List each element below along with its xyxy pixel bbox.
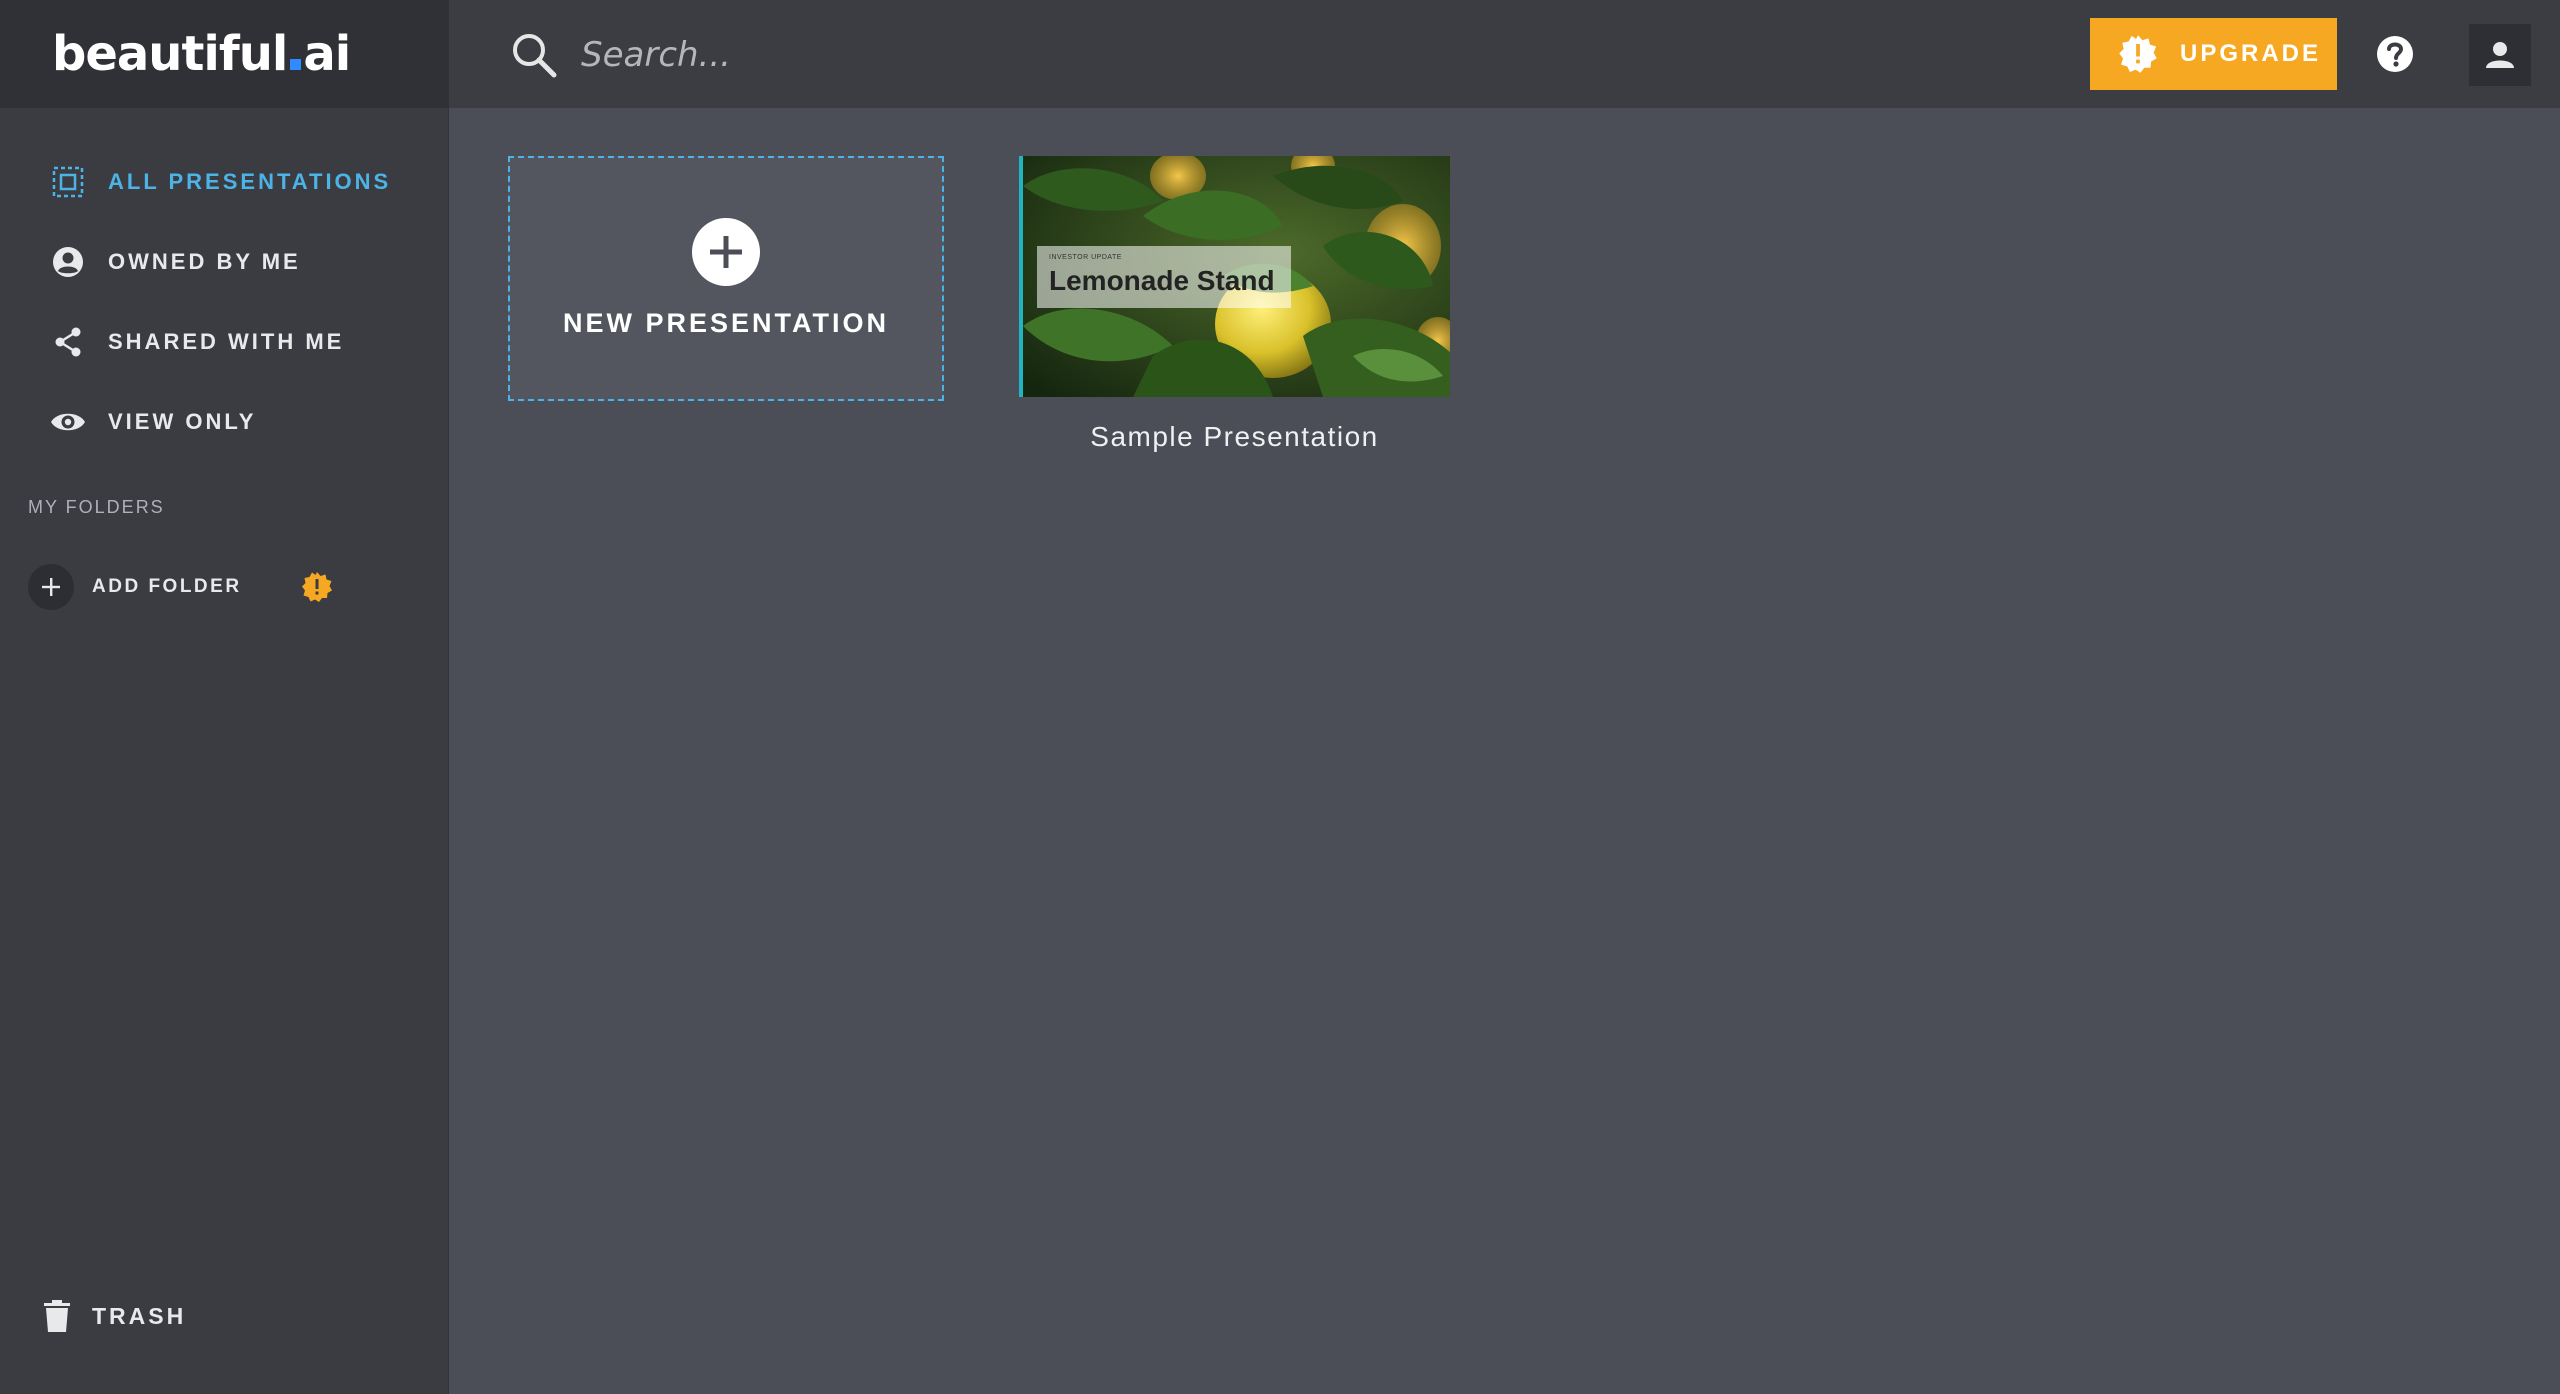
trash-label: TRASH: [92, 1302, 187, 1329]
add-folder-label: ADD FOLDER: [92, 576, 242, 597]
upgrade-badge-icon: [300, 570, 334, 604]
sidebar-nav: ALL PRESENTATIONS OWNED BY ME SHARED WIT…: [0, 142, 449, 462]
brand-dot: [290, 59, 302, 70]
presentation-card[interactable]: INVESTOR UPDATE Lemonade Stand Sample Pr…: [1019, 156, 1450, 453]
user-icon: [2486, 42, 2514, 68]
thumbnail-kicker: INVESTOR UPDATE: [1049, 254, 1122, 261]
sidebar-item-label: OWNED BY ME: [108, 249, 301, 274]
upgrade-label: UPGRADE: [2180, 40, 2322, 67]
account-button[interactable]: [2469, 24, 2531, 86]
thumbnail-title: Lemonade Stand: [1049, 265, 1275, 296]
add-folder-button[interactable]: ADD FOLDER: [28, 562, 334, 612]
plus-icon: [28, 564, 74, 610]
my-folders-heading: MY FOLDERS: [28, 497, 165, 517]
thumbnail-title-box: INVESTOR UPDATE Lemonade Stand: [1037, 246, 1291, 308]
sidebar: beautiful ai ALL PRESENTATIONS OWNED BY M…: [0, 0, 449, 1394]
help-icon: [2377, 36, 2413, 72]
search-bar: [511, 26, 1411, 84]
sidebar-item-label: ALL PRESENTATIONS: [108, 169, 392, 194]
trash-button[interactable]: TRASH: [44, 1300, 186, 1332]
new-presentation-label: NEW PRESENTATION: [562, 308, 889, 338]
sidebar-item-owned-by-me[interactable]: OWNED BY ME: [0, 222, 449, 302]
upgrade-badge-icon: [2118, 34, 2158, 74]
all-presentations-icon: [50, 164, 86, 200]
eye-icon: [50, 404, 86, 440]
user-circle-icon: [50, 244, 86, 280]
sidebar-item-label: VIEW ONLY: [108, 409, 257, 434]
sidebar-item-all-presentations[interactable]: ALL PRESENTATIONS: [0, 142, 449, 222]
brand-name-right: ai: [303, 26, 351, 82]
new-presentation-button[interactable]: NEW PRESENTATION: [508, 156, 944, 401]
search-icon: [511, 32, 557, 78]
trash-icon: [44, 1300, 70, 1332]
presentation-name[interactable]: Sample Presentation: [1019, 421, 1450, 453]
search-input[interactable]: [579, 34, 1379, 76]
sidebar-item-label: SHARED WITH ME: [108, 329, 345, 354]
presentation-thumbnail[interactable]: INVESTOR UPDATE Lemonade Stand: [1019, 156, 1450, 397]
brand-header: beautiful ai: [0, 0, 449, 108]
brand-logo[interactable]: beautiful ai: [52, 26, 351, 82]
plus-icon: [692, 218, 760, 286]
sidebar-item-shared-with-me[interactable]: SHARED WITH ME: [0, 302, 449, 382]
top-bar: UPGRADE: [449, 0, 2560, 108]
sidebar-item-view-only[interactable]: VIEW ONLY: [0, 382, 449, 462]
help-button[interactable]: [2371, 30, 2419, 78]
upgrade-button[interactable]: UPGRADE: [2090, 18, 2337, 90]
brand-name-left: beautiful: [52, 26, 288, 82]
share-icon: [50, 324, 86, 360]
